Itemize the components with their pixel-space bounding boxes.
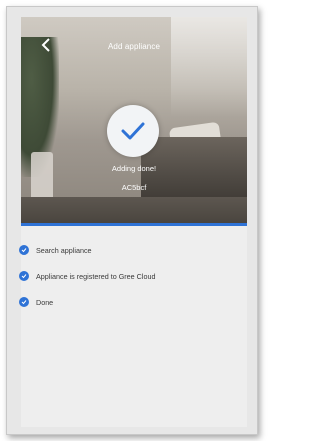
page-title: Add appliance — [107, 42, 160, 51]
progress-bar — [21, 223, 247, 226]
status-message: Adding done! — [111, 164, 157, 173]
step-list: Search appliance Appliance is registered… — [19, 237, 247, 315]
app-frame: Add appliance Adding done! AC5bcf Search… — [6, 6, 258, 435]
lamp-decoration — [31, 152, 53, 202]
step-label: Done — [36, 297, 54, 307]
step-item: Appliance is registered to Gree Cloud — [19, 263, 247, 289]
step-done-icon — [19, 245, 29, 255]
success-indicator — [107, 105, 159, 157]
window-light — [171, 17, 247, 117]
step-item: Search appliance — [19, 237, 247, 263]
step-label: Appliance is registered to Gree Cloud — [36, 271, 156, 281]
app-screen: Add appliance Adding done! AC5bcf Search… — [19, 17, 247, 427]
check-icon — [121, 122, 145, 140]
floor-decoration — [21, 197, 247, 223]
step-item: Done — [19, 289, 247, 315]
step-label: Search appliance — [36, 245, 92, 255]
hero-banner: Add appliance Adding done! AC5bcf — [21, 17, 247, 223]
step-done-icon — [19, 297, 29, 307]
device-name: AC5bcf — [121, 183, 147, 192]
step-done-icon — [19, 271, 29, 281]
